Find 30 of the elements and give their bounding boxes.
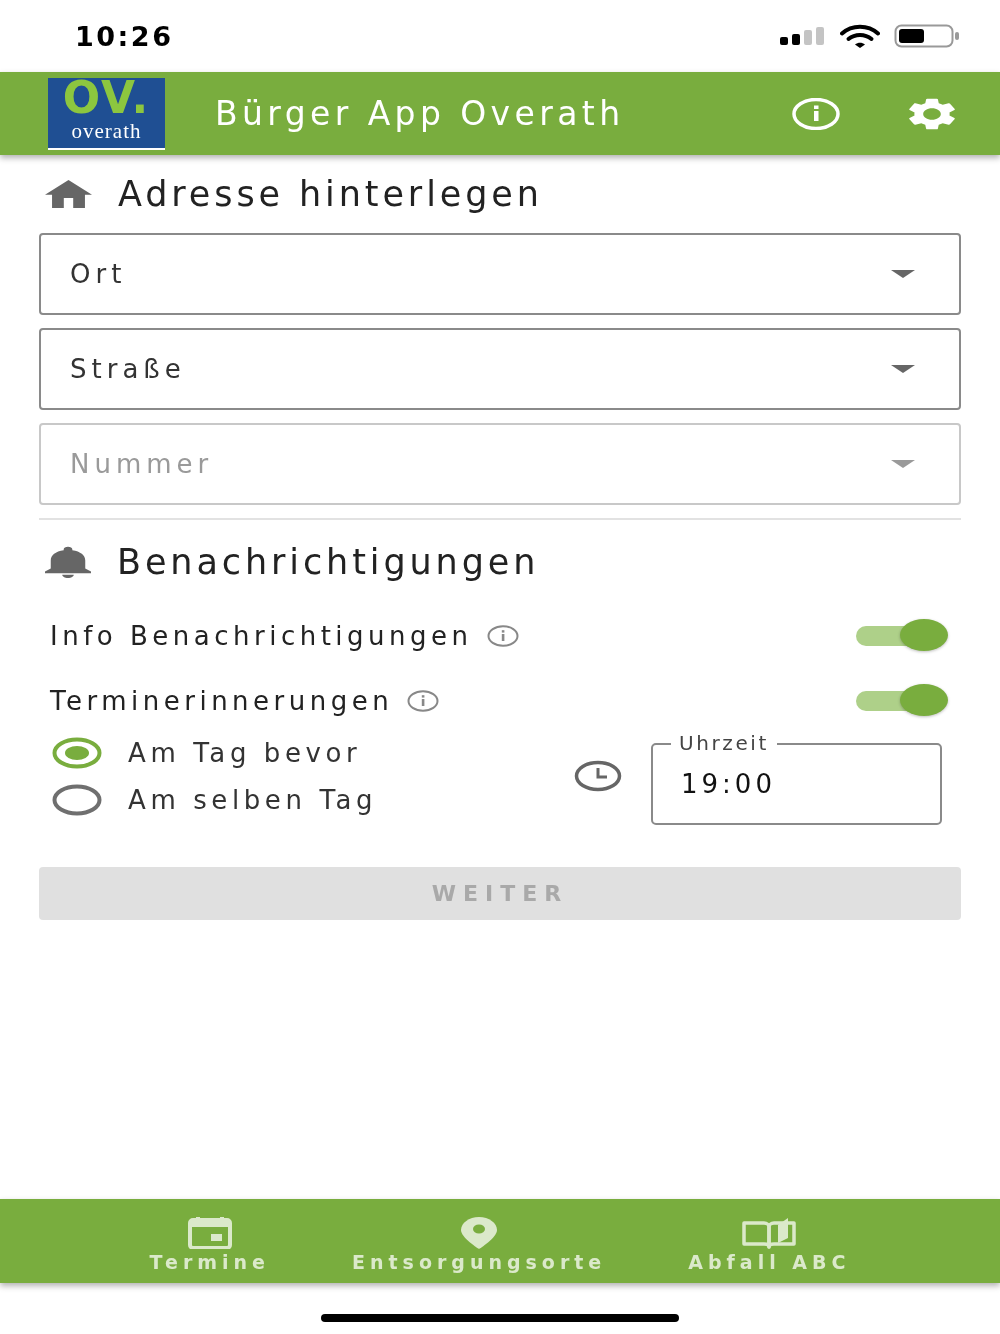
signal-icon bbox=[780, 27, 826, 45]
setting-label: Info Benachrichtigungen bbox=[50, 620, 473, 651]
toggle-switch[interactable] bbox=[854, 683, 948, 718]
toggle-switch[interactable] bbox=[854, 618, 948, 653]
status-time: 10:26 bbox=[75, 20, 174, 52]
clock-icon[interactable] bbox=[574, 760, 622, 792]
section-title: Benachrichtigungen bbox=[117, 541, 540, 582]
settings-icon[interactable] bbox=[908, 97, 956, 130]
app-title: Bürger App Overath bbox=[215, 94, 625, 133]
caret-icon bbox=[891, 460, 915, 468]
radio-option[interactable]: Am Tag bevor bbox=[52, 729, 362, 776]
dropdown-field[interactable]: Ort bbox=[39, 233, 961, 315]
radio-option[interactable]: Am selben Tag bbox=[52, 776, 378, 823]
radio-icon[interactable] bbox=[52, 783, 102, 816]
bell-icon bbox=[45, 545, 91, 578]
open-book-icon bbox=[742, 1217, 797, 1249]
radio-icon[interactable] bbox=[52, 736, 102, 769]
battery-icon bbox=[894, 24, 960, 48]
calendar-icon bbox=[186, 1217, 233, 1249]
setting-label: Terminerinnerungen bbox=[50, 685, 394, 716]
caret-icon bbox=[891, 270, 915, 278]
home-icon bbox=[45, 180, 92, 208]
dropdown-field[interactable]: Straße bbox=[39, 328, 961, 410]
section-title: Adresse hinterlegen bbox=[118, 174, 543, 214]
info-icon[interactable] bbox=[407, 689, 440, 712]
wifi-icon bbox=[840, 24, 880, 48]
info-icon[interactable] bbox=[486, 624, 519, 647]
caret-icon bbox=[891, 365, 915, 373]
app-logo: OV. overath bbox=[48, 77, 165, 150]
map-pin-icon bbox=[461, 1217, 498, 1249]
